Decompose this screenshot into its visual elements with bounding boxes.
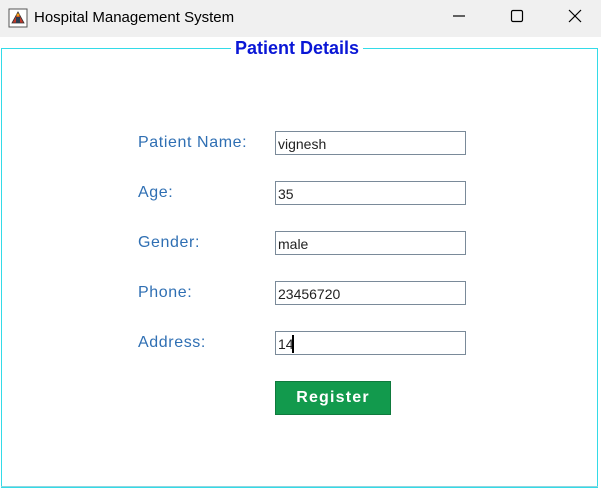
content-panel: Patient Details Patient Name: Age: Gende…	[0, 37, 601, 492]
gender-label: Gender:	[138, 234, 201, 251]
close-icon	[568, 9, 582, 28]
address-input[interactable]	[275, 331, 466, 355]
maximize-button[interactable]	[488, 0, 546, 37]
patient-details-group	[1, 48, 598, 488]
close-button[interactable]	[546, 0, 601, 37]
minimize-button[interactable]	[430, 0, 488, 37]
maximize-icon	[510, 9, 524, 28]
text-caret	[292, 335, 294, 353]
java-app-icon	[8, 8, 28, 28]
patient-name-input[interactable]	[275, 131, 466, 155]
gender-input[interactable]	[275, 231, 466, 255]
window-title: Hospital Management System	[34, 9, 235, 26]
group-title: Patient Details	[231, 37, 364, 59]
age-input[interactable]	[275, 181, 466, 205]
app-window: Hospital Management System Patient Detai…	[0, 0, 601, 492]
phone-input[interactable]	[275, 281, 466, 305]
patient-name-label: Patient Name:	[138, 134, 248, 151]
phone-label: Phone:	[138, 284, 193, 301]
minimize-icon	[452, 9, 466, 28]
age-label: Age:	[138, 184, 174, 201]
divider	[1, 486, 598, 487]
title-bar: Hospital Management System	[0, 0, 601, 37]
address-label: Address:	[138, 334, 206, 351]
register-button[interactable]: Register	[275, 381, 391, 415]
